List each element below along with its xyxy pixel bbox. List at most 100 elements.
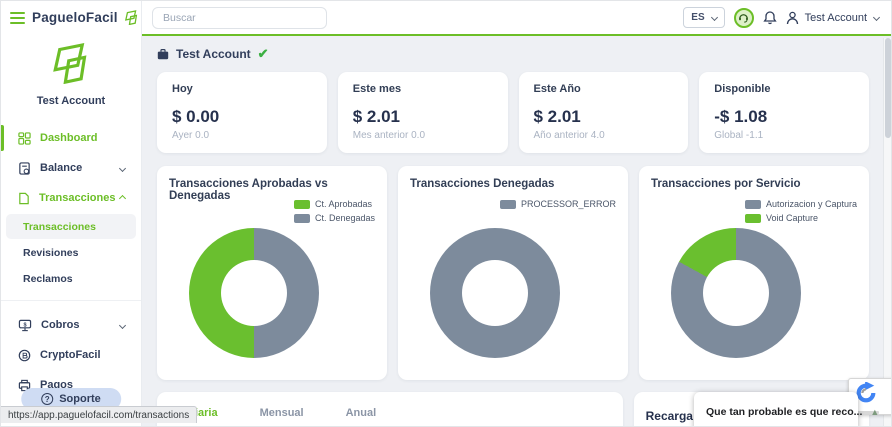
sidebar-item-label: Dashboard [40,132,97,144]
charts-row: Transacciones Aprobadas vs Denegadas Ct.… [157,166,869,380]
sidebar-item-label: Cobros [41,319,80,331]
search-input[interactable] [152,7,327,29]
main-content: Test Account ✔ Hoy $ 0.00 Ayer 0.0 Este … [143,38,883,426]
notifications-bell-icon[interactable] [763,10,777,25]
recaptcha-logo-icon [855,382,877,404]
topbar-actions: ES [683,7,891,28]
chart-legend: Ct. Aprobadas Ct. Denegadas [294,199,375,223]
chart-title: Transacciones Denegadas [410,178,616,190]
sidebar-item-cobros[interactable]: $ Cobros [1,310,141,340]
sidebar-item-label: Balance [40,162,82,174]
chart-legend: PROCESSOR_ERROR [500,199,616,209]
account-shield-logo-icon [53,42,89,84]
sidebar-divider [1,300,141,301]
vertical-scrollbar[interactable] [883,38,891,426]
donut-hole [462,260,528,326]
donut-hole [703,260,769,326]
sidebar-item-dashboard[interactable]: Dashboard [1,123,141,153]
stat-value: $ 2.01 [353,107,493,127]
payments-terminal-icon: $ [18,319,32,332]
dashboard-grid-icon [18,132,31,145]
donut-hole [221,260,287,326]
active-indicator [1,125,4,151]
language-value: ES [691,12,704,23]
sidebar-subitem-transacciones[interactable]: Transacciones [6,214,136,239]
legend-item: Ct. Denegadas [294,213,375,223]
survey-popup[interactable]: Que tan probable es que reco... ▲ [694,392,858,427]
stat-card-hoy: Hoy $ 0.00 Ayer 0.0 [157,72,327,153]
legend-color-chip [294,200,310,209]
sidebar-header: PagueloFacil [1,1,141,34]
stat-card-disponible: Disponible -$ 1.08 Global -1.1 [699,72,869,153]
stat-value: $ 2.01 [534,107,674,127]
period-tabs-card: Diaria Mensual Anual [157,392,623,427]
brand-shield-icon [125,10,138,25]
legend-color-chip [294,214,310,223]
legend-label: Ct. Aprobadas [315,199,372,209]
legend-label: Ct. Denegadas [315,213,375,223]
legend-label: Autorizacion y Captura [766,199,857,209]
scrollbar-thumb[interactable] [885,38,891,138]
sidebar-subitem-reclamos[interactable]: Reclamos [6,266,136,291]
chart-card-aprobadas-vs-denegadas: Transacciones Aprobadas vs Denegadas Ct.… [157,166,387,380]
balance-document-icon [18,162,31,175]
account-logo-block: Test Account [1,42,141,107]
stat-subtitle: Global -1.1 [714,130,854,141]
user-account-label: Test Account [805,12,867,24]
status-url: https://app.paguelofacil.com/transaction… [8,410,189,421]
sidebar-subitem-revisiones[interactable]: Revisiones [6,240,136,265]
app-window: PagueloFacil Test Account [0,0,892,427]
tab-mensual[interactable]: Mensual [260,407,304,427]
sidebar-item-cryptofacil[interactable]: CryptoFacil [1,340,141,370]
stat-subtitle: Año anterior 4.0 [534,130,674,141]
stat-title: Hoy [172,83,312,95]
sidebar-item-transacciones[interactable]: Transacciones [1,183,141,213]
transactions-file-icon [18,192,30,205]
legend-item: PROCESSOR_ERROR [500,199,616,209]
chevron-up-icon [119,194,126,201]
chevron-down-icon [119,321,126,328]
donut-chart [671,228,801,358]
sidebar: PagueloFacil Test Account [1,1,142,427]
chart-title: Transacciones por Servicio [651,178,857,190]
tab-anual[interactable]: Anual [346,407,377,427]
stat-value: -$ 1.08 [714,107,854,127]
crypto-coin-icon [18,349,31,362]
legend-color-chip [745,214,761,223]
chart-card-denegadas: Transacciones Denegadas PROCESSOR_ERROR [398,166,628,380]
user-icon [786,11,799,25]
user-menu[interactable]: Test Account [786,11,879,25]
briefcase-icon [157,49,169,60]
sidebar-item-balance[interactable]: Balance [1,153,141,183]
language-select[interactable]: ES [683,7,724,28]
stats-row: Hoy $ 0.00 Ayer 0.0 Este mes $ 2.01 Mes … [157,72,869,153]
hamburger-menu-icon[interactable] [10,12,25,24]
chevron-down-icon [873,14,880,21]
account-header-band: Test Account ✔ [143,38,883,64]
stat-value: $ 0.00 [172,107,312,127]
account-header-title: Test Account [176,47,251,61]
stat-title: Este mes [353,83,493,95]
stat-subtitle: Mes anterior 0.0 [353,130,493,141]
chart-card-por-servicio: Transacciones por Servicio Autorizacion … [639,166,869,380]
verified-check-icon: ✔ [258,46,269,62]
legend-color-chip [745,200,761,209]
survey-text: Que tan probable es que reco... [706,406,862,418]
legend-label: Void Capture [766,213,818,223]
stat-card-este-mes: Este mes $ 2.01 Mes anterior 0.0 [338,72,508,153]
chevron-down-icon [119,164,126,171]
support-agent-icon[interactable] [734,8,754,28]
chart-legend: Autorizacion y Captura Void Capture [745,199,857,223]
browser-status-bar: https://app.paguelofacil.com/transaction… [1,406,197,423]
legend-label: PROCESSOR_ERROR [521,199,616,209]
legend-item: Void Capture [745,213,818,223]
brand-logo-text: PagueloFacil [32,10,118,25]
support-button-label: Soporte [59,393,101,405]
stat-card-este-ano: Este Año $ 2.01 Año anterior 4.0 [519,72,689,153]
sidebar-item-label: Transacciones [39,192,115,204]
chevron-down-icon [711,14,718,21]
survey-expand-arrow-icon[interactable]: ▲ [870,407,879,417]
stat-subtitle: Ayer 0.0 [172,130,312,141]
donut-chart [189,228,319,358]
question-mark-icon: ? [41,393,53,405]
